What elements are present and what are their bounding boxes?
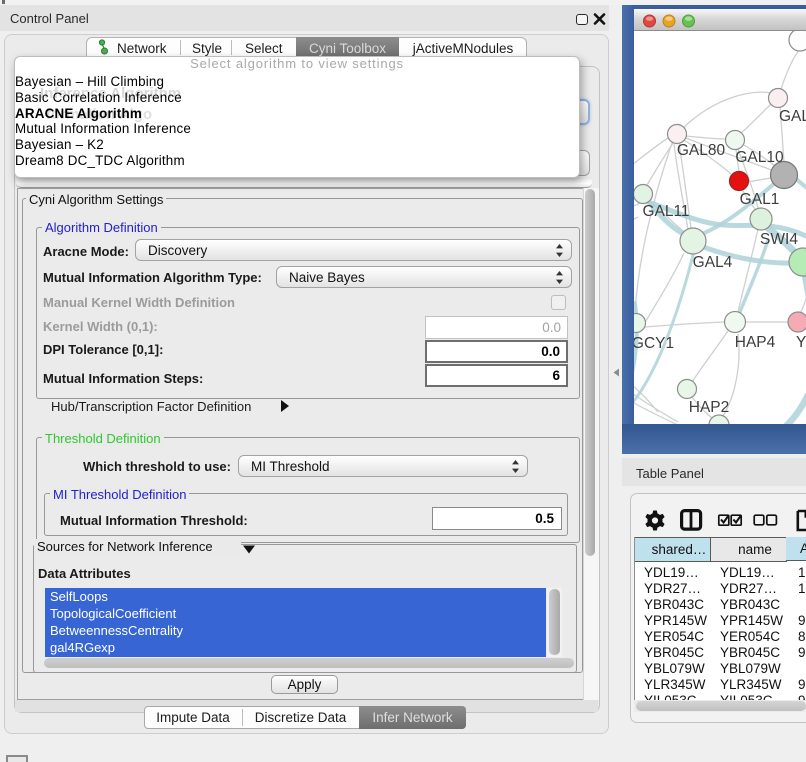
svg-text:SWI4: SWI4: [760, 231, 798, 248]
svg-text:GAL4: GAL4: [693, 254, 733, 271]
svg-text:HAP4: HAP4: [735, 334, 776, 351]
svg-text:GAL1: GAL1: [740, 191, 780, 208]
svg-text:GAL11: GAL11: [642, 203, 689, 220]
svg-text:GAL10: GAL10: [735, 149, 784, 166]
svg-text:HAP2: HAP2: [689, 399, 730, 416]
svg-text:GAL80: GAL80: [677, 142, 726, 159]
svg-text:Y: Y: [796, 334, 806, 351]
svg-text:GCY1: GCY1: [634, 335, 674, 352]
svg-text:GAL: GAL: [779, 108, 806, 125]
